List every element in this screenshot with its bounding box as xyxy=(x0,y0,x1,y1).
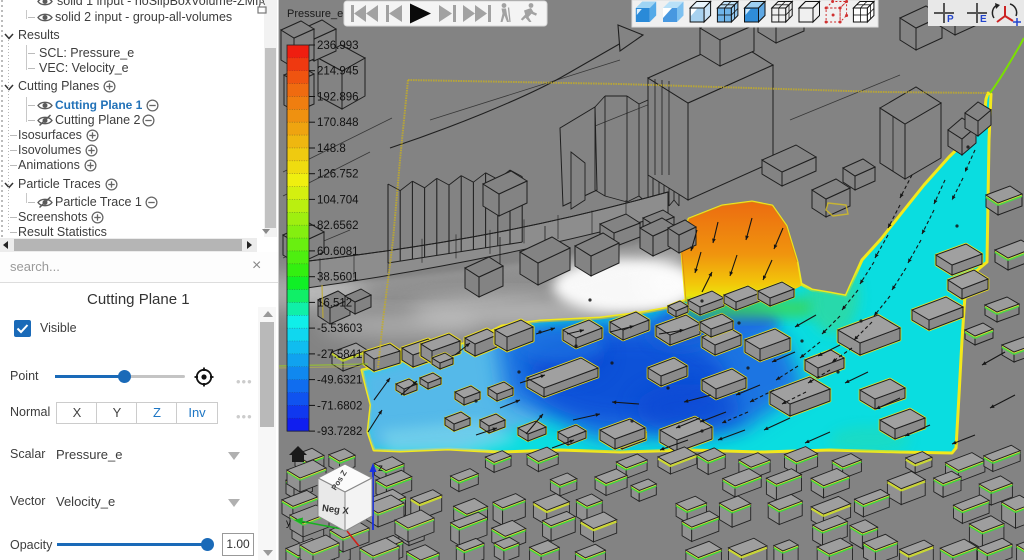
svg-text:236.993: 236.993 xyxy=(317,40,359,52)
svg-text:148.8: 148.8 xyxy=(317,143,346,155)
svg-text:-93.7282: -93.7282 xyxy=(317,426,362,438)
svg-text:192.896: 192.896 xyxy=(317,92,359,104)
svg-text:-71.6802: -71.6802 xyxy=(317,400,362,412)
svg-text:Pressure_e: Pressure_e xyxy=(287,8,343,20)
svg-text:104.704: 104.704 xyxy=(317,194,359,206)
svg-text:-49.6321: -49.6321 xyxy=(317,375,362,387)
svg-text:170.848: 170.848 xyxy=(317,117,359,129)
svg-text:y: y xyxy=(286,518,291,529)
svg-text:z: z xyxy=(378,463,383,474)
svg-text:214.945: 214.945 xyxy=(317,66,359,78)
svg-text:-5.53603: -5.53603 xyxy=(317,323,362,335)
svg-text:60.6081: 60.6081 xyxy=(317,246,359,258)
svg-text:E: E xyxy=(980,14,987,25)
svg-text:126.752: 126.752 xyxy=(317,169,359,181)
svg-text:-27.5841: -27.5841 xyxy=(317,349,362,361)
svg-text:82.6562: 82.6562 xyxy=(317,220,359,232)
svg-text:P: P xyxy=(947,14,954,25)
svg-text:16.512: 16.512 xyxy=(317,297,352,309)
svg-text:38.5601: 38.5601 xyxy=(317,272,359,284)
